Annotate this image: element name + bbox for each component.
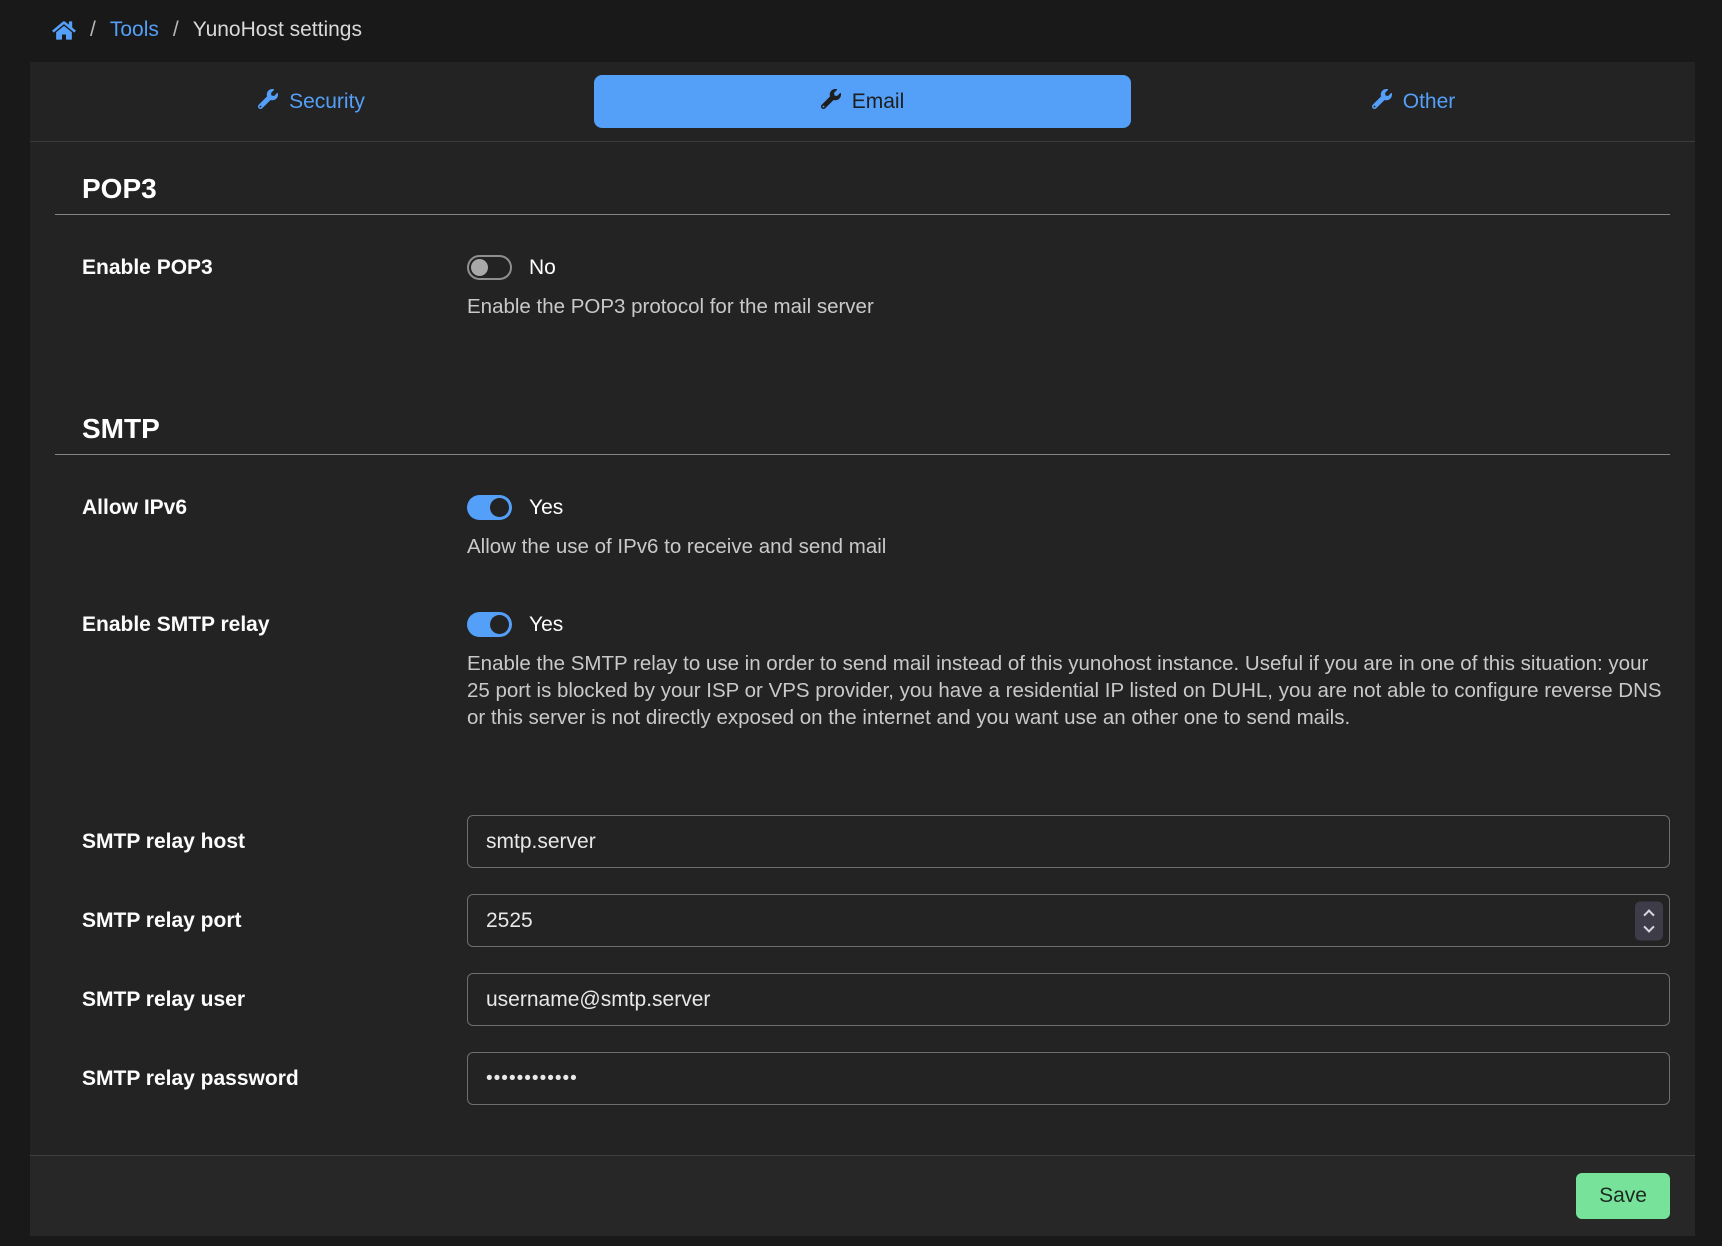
tab-security[interactable]: Security — [43, 75, 580, 128]
field-description: Enable the SMTP relay to use in order to… — [467, 650, 1670, 731]
field-row-smtp-relay-password: SMTP relay password — [82, 1052, 1670, 1105]
chevron-up-icon[interactable] — [1643, 909, 1654, 920]
settings-card: Security Email Other POP3 Enable POP3 — [30, 62, 1695, 1236]
smtp-relay-password-input[interactable] — [467, 1052, 1670, 1105]
section-title-smtp: SMTP — [55, 413, 1670, 455]
field-row-smtp-relay-port: SMTP relay port — [82, 894, 1670, 947]
card-footer: Save — [30, 1155, 1695, 1236]
field-description: Enable the POP3 protocol for the mail se… — [467, 293, 1670, 320]
field-label: Allow IPv6 — [82, 495, 467, 560]
tab-label: Other — [1403, 90, 1456, 114]
breadcrumb-link-tools[interactable]: Tools — [110, 18, 159, 42]
wrench-icon — [258, 89, 278, 115]
field-row-enable-smtp-relay: Enable SMTP relay Yes Enable the SMTP re… — [82, 612, 1670, 731]
enable-pop3-toggle[interactable] — [467, 255, 512, 280]
home-icon[interactable] — [52, 20, 76, 41]
toggle-knob — [490, 615, 509, 634]
allow-ipv6-toggle[interactable] — [467, 495, 512, 520]
smtp-relay-host-input[interactable] — [467, 815, 1670, 868]
tab-other[interactable]: Other — [1145, 75, 1682, 128]
tab-label: Email — [852, 90, 905, 114]
field-label: Enable POP3 — [82, 255, 467, 320]
section-title-pop3: POP3 — [55, 173, 1670, 215]
breadcrumb-separator: / — [90, 18, 96, 42]
chevron-down-icon[interactable] — [1643, 921, 1654, 932]
toggle-state-text: No — [529, 256, 556, 280]
field-label: Enable SMTP relay — [82, 612, 467, 731]
number-stepper[interactable] — [1635, 901, 1663, 940]
save-button[interactable]: Save — [1576, 1173, 1670, 1219]
settings-tab-bar: Security Email Other — [30, 62, 1695, 142]
tab-label: Security — [289, 90, 365, 114]
toggle-state-text: Yes — [529, 496, 563, 520]
section-pop3: Enable POP3 No Enable the POP3 protocol … — [55, 255, 1670, 320]
field-description: Allow the use of IPv6 to receive and sen… — [467, 533, 1670, 560]
toggle-state-text: Yes — [529, 613, 563, 637]
tab-email[interactable]: Email — [594, 75, 1131, 128]
field-row-enable-pop3: Enable POP3 No Enable the POP3 protocol … — [82, 255, 1670, 320]
field-row-smtp-relay-host: SMTP relay host — [82, 815, 1670, 868]
breadcrumb-separator: / — [173, 18, 179, 42]
breadcrumb: / Tools / YunoHost settings — [0, 0, 1722, 42]
wrench-icon — [1372, 89, 1392, 115]
toggle-knob — [490, 498, 509, 517]
smtp-relay-port-input[interactable] — [467, 894, 1670, 947]
smtp-relay-user-input[interactable] — [467, 973, 1670, 1026]
field-row-allow-ipv6: Allow IPv6 Yes Allow the use of IPv6 to … — [82, 495, 1670, 560]
field-label: SMTP relay password — [82, 1067, 467, 1091]
field-row-smtp-relay-user: SMTP relay user — [82, 973, 1670, 1026]
wrench-icon — [821, 89, 841, 115]
field-label: SMTP relay host — [82, 830, 467, 854]
field-label: SMTP relay port — [82, 909, 467, 933]
enable-smtp-relay-toggle[interactable] — [467, 612, 512, 637]
toggle-knob — [471, 259, 488, 276]
section-smtp: Allow IPv6 Yes Allow the use of IPv6 to … — [55, 495, 1670, 1105]
breadcrumb-current-page: YunoHost settings — [193, 18, 362, 42]
field-label: SMTP relay user — [82, 988, 467, 1012]
